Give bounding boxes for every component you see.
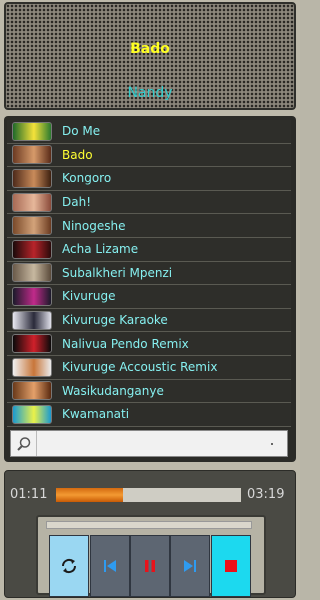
repeat-button[interactable] bbox=[49, 535, 89, 597]
playlist-item[interactable]: Kivuruge Accoustic Remix bbox=[7, 356, 291, 380]
pause-button[interactable] bbox=[130, 535, 170, 597]
search-icon-glyph bbox=[16, 436, 30, 451]
search-input[interactable] bbox=[37, 431, 287, 456]
stop-button[interactable] bbox=[211, 535, 251, 597]
album-thumbnail bbox=[12, 381, 52, 401]
playlist-item-label: Ninogeshe bbox=[62, 218, 126, 233]
playlist-item-label: Acha Lizame bbox=[62, 242, 139, 257]
song-title: Bado bbox=[130, 41, 170, 57]
playlist-item-label: Kivuruge bbox=[62, 289, 116, 304]
playlist-item[interactable]: Kwamanati bbox=[7, 403, 291, 427]
current-time: 01:11 bbox=[10, 487, 48, 502]
skip-next-icon bbox=[184, 560, 196, 572]
playlist-item-label: Kongoro bbox=[62, 171, 112, 186]
album-thumbnail bbox=[12, 145, 52, 165]
playlist-item[interactable]: Kivuruge bbox=[7, 285, 291, 309]
search-dot bbox=[271, 443, 273, 445]
playlist-item-label: Subalkheri Mpenzi bbox=[62, 265, 173, 280]
album-thumbnail bbox=[12, 216, 52, 236]
music-player-app: Bado Nandy Do Me Bado Kongoro Dah! Ninogeshe… bbox=[0, 0, 300, 600]
playlist-item[interactable]: Do Me bbox=[7, 120, 291, 144]
album-thumbnail bbox=[12, 334, 52, 354]
playlist-item[interactable]: Wasikudanganye bbox=[7, 380, 291, 404]
playlist-item[interactable]: Ninogeshe bbox=[7, 214, 291, 238]
playlist-item[interactable]: Kongoro bbox=[7, 167, 291, 191]
playlist-item[interactable]: Nalivua Pendo Remix bbox=[7, 332, 291, 356]
playlist-item[interactable]: Dah! bbox=[7, 191, 291, 215]
album-thumbnail bbox=[12, 357, 52, 377]
playlist-item[interactable]: Subalkheri Mpenzi bbox=[7, 262, 291, 286]
artist-name: Nandy bbox=[127, 85, 173, 101]
playlist-item[interactable]: Kivuruge Karaoke bbox=[7, 309, 291, 333]
progress-fill bbox=[56, 488, 123, 502]
search-bar bbox=[10, 430, 288, 457]
skip-previous-icon bbox=[104, 560, 116, 572]
playlist-item-label: Kwamanati bbox=[62, 407, 130, 422]
album-thumbnail bbox=[12, 286, 52, 306]
album-thumbnail bbox=[12, 121, 52, 141]
pause-icon bbox=[145, 560, 155, 572]
total-time: 03:19 bbox=[247, 487, 285, 502]
playlist-item-label: Wasikudanganye bbox=[62, 383, 164, 398]
album-thumbnail bbox=[12, 192, 52, 212]
repeat-icon bbox=[61, 558, 77, 574]
now-playing-header: Bado Nandy bbox=[4, 2, 296, 110]
search-icon[interactable] bbox=[11, 431, 37, 456]
playlist-item-label: Kivuruge Karaoke bbox=[62, 313, 168, 328]
next-button[interactable] bbox=[170, 535, 210, 597]
previous-button[interactable] bbox=[90, 535, 130, 597]
album-thumbnail bbox=[12, 404, 52, 424]
playlist-item[interactable]: Bado bbox=[7, 144, 291, 168]
playlist-item[interactable]: Acha Lizame bbox=[7, 238, 291, 262]
stop-icon bbox=[225, 560, 237, 572]
playlist-item-label: Kivuruge Accoustic Remix bbox=[62, 360, 218, 375]
playlist-item-label: Nalivua Pendo Remix bbox=[62, 336, 189, 351]
playlist-item-label: Dah! bbox=[62, 195, 92, 210]
album-thumbnail bbox=[12, 239, 52, 259]
album-thumbnail bbox=[12, 263, 52, 283]
playlist-item-label: Do Me bbox=[62, 124, 101, 139]
progress-bar[interactable] bbox=[56, 488, 241, 502]
album-thumbnail bbox=[12, 168, 52, 188]
album-thumbnail bbox=[12, 310, 52, 330]
playlist-item-label: Bado bbox=[62, 147, 93, 162]
controls-slot bbox=[46, 521, 252, 529]
playlist: Do Me Bado Kongoro Dah! Ninogeshe Acha Lizame… bbox=[7, 120, 291, 427]
